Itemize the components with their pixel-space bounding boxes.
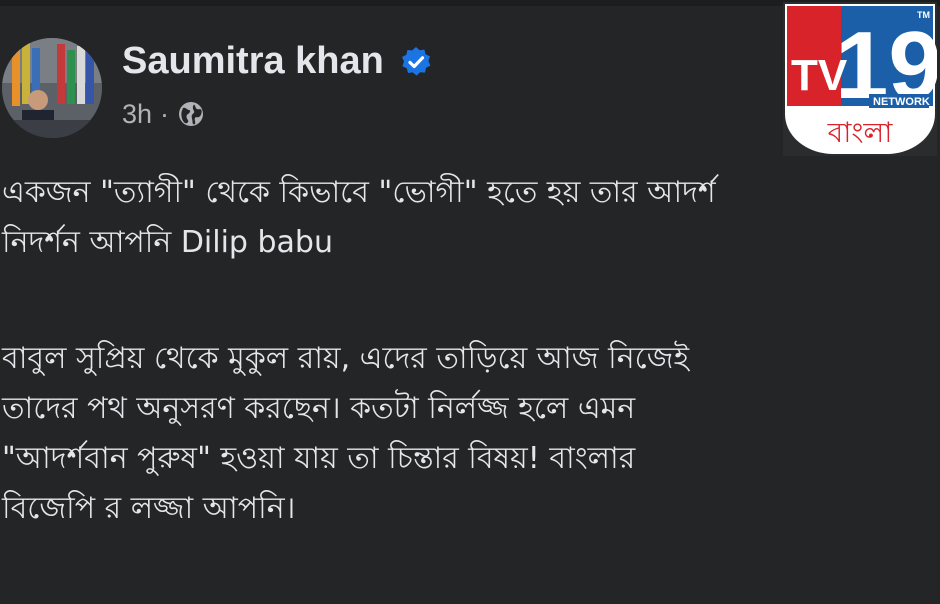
author-name[interactable]: Saumitra khan xyxy=(122,38,384,84)
post-paragraph-2: বাবুল সুপ্রিয় থেকে মুকুল রায়, এদের তাড… xyxy=(2,341,690,526)
post-paragraph-1: একজন "ত্যাগী" থেকে কিভাবে "ভোগী" হতে হয়… xyxy=(2,175,716,260)
logo-network: NETWORK xyxy=(873,96,930,108)
avatar[interactable] xyxy=(2,38,102,138)
logo-tm: TM xyxy=(917,10,930,20)
meta-separator: · xyxy=(160,98,170,129)
verified-badge-icon xyxy=(402,47,431,76)
post-timestamp[interactable]: 3h xyxy=(122,99,152,130)
channel-logo: TV 19 TM NETWORK বাংলা xyxy=(783,2,937,156)
globe-icon[interactable] xyxy=(177,100,205,128)
post-body: একজন "ত্যাগী" থেকে কিভাবে "ভোগী" হতে হয়… xyxy=(2,168,936,534)
logo-language: বাংলা xyxy=(827,116,894,149)
post-meta: 3h · xyxy=(122,96,205,132)
